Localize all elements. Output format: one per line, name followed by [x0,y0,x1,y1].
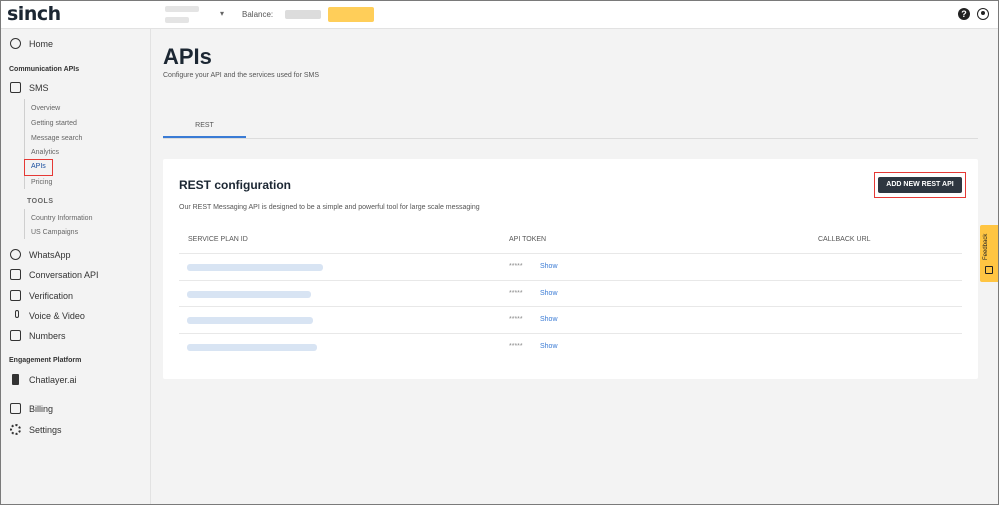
page-subtitle: Configure your API and the services used… [163,72,320,79]
table-row: ***** Show [179,253,962,279]
sidebar-item-label: Verification [29,291,74,301]
sidebar-item-home[interactable]: Home [1,36,151,52]
card-title: REST configuration [179,178,291,192]
sidebar-item-label: WhatsApp [29,250,71,260]
table-row: ***** Show [179,280,962,306]
conversation-icon [10,269,21,280]
user-icon[interactable] [977,8,989,20]
feedback-tab[interactable]: Feedback [980,225,998,282]
section-engagement-platform: Engagement Platform [9,357,82,364]
message-icon [10,82,21,93]
account-selector[interactable] [165,6,199,24]
microphone-icon [15,310,19,318]
billing-icon [10,403,21,414]
service-plan-id-value[interactable] [187,344,317,351]
tab-rest[interactable]: REST [163,122,246,138]
show-token-link[interactable]: Show [540,316,558,323]
column-header-callback-url[interactable]: CALLBACK URL [818,236,871,243]
hash-icon [10,330,21,341]
sidebar-item-label: Settings [29,425,62,435]
show-token-link[interactable]: Show [540,263,558,270]
sidebar-item-label: Home [29,39,54,49]
api-token-mask: ***** [509,290,523,297]
sinch-logo[interactable]: sinch [7,3,61,25]
sidebar-sub-message-search[interactable]: Message search [31,135,82,142]
sidebar-item-label: SMS [29,83,49,93]
sidebar-item-voice-video[interactable]: Voice & Video [1,308,151,324]
sidebar-item-sms[interactable]: SMS [1,80,151,96]
sidebar-item-whatsapp[interactable]: WhatsApp [1,247,151,263]
balance-label: Balance: [242,10,274,19]
balance-value [285,10,321,19]
sidebar-sub-pricing[interactable]: Pricing [31,179,52,186]
tools-subnav-line [24,209,25,239]
whatsapp-icon [10,249,21,260]
sidebar-item-label: Voice & Video [29,311,85,321]
sidebar-item-billing[interactable]: Billing [1,401,151,417]
sidebar-sub-us-campaigns[interactable]: US Campaigns [31,229,78,236]
show-token-link[interactable]: Show [540,290,558,297]
section-communication-apis: Communication APIs [9,66,80,73]
sidebar-sub-analytics[interactable]: Analytics [31,149,59,156]
sidebar-sub-country-information[interactable]: Country Information [31,215,92,222]
home-icon [10,38,21,49]
service-plan-id-value[interactable] [187,264,323,271]
api-token-mask: ***** [509,263,523,270]
table-row: ***** Show [179,306,962,332]
rest-configuration-card: REST configuration Our REST Messaging AP… [163,159,978,379]
sidebar-sub-getting-started[interactable]: Getting started [31,120,77,127]
gear-icon [10,424,21,435]
top-bar: sinch ▾ Balance: ? [1,1,998,29]
checkbox-icon [10,290,21,301]
add-button-highlight [874,172,966,198]
column-header-api-token[interactable]: API TOKEN [509,236,546,243]
sidebar-item-settings[interactable]: Settings [1,422,151,438]
card-description: Our REST Messaging API is designed to be… [179,204,480,211]
chatlayer-icon [12,374,19,385]
sidebar-item-label: Billing [29,404,54,414]
tab-divider [163,138,978,139]
sidebar-item-conversation-api[interactable]: Conversation API [1,267,151,283]
sidebar-sub-overview[interactable]: Overview [31,105,60,112]
column-header-service-plan-id[interactable]: SERVICE PLAN ID [188,236,248,243]
section-tools: TOOLS [27,198,54,205]
api-token-mask: ***** [509,316,523,323]
service-plan-id-value[interactable] [187,291,311,298]
top-up-button[interactable] [328,7,374,22]
table-row: ***** Show [179,333,962,359]
sidebar-item-label: Numbers [29,331,66,341]
sidebar-item-numbers[interactable]: Numbers [1,328,151,344]
help-icon[interactable]: ? [958,8,970,20]
apis-highlight [24,159,53,176]
sidebar-item-label: Conversation API [29,270,99,280]
chevron-down-icon[interactable]: ▾ [220,9,224,18]
page-title: APIs [163,44,212,69]
sidebar-item-chatlayer[interactable]: Chatlayer.ai [1,372,151,388]
api-token-mask: ***** [509,343,523,350]
feedback-label: Feedback [983,233,989,260]
service-plan-id-value[interactable] [187,317,313,324]
feedback-icon [985,266,993,274]
sidebar: Home Communication APIs SMS Overview Get… [1,29,151,504]
sidebar-item-verification[interactable]: Verification [1,288,151,304]
sidebar-item-label: Chatlayer.ai [29,375,77,385]
show-token-link[interactable]: Show [540,343,558,350]
